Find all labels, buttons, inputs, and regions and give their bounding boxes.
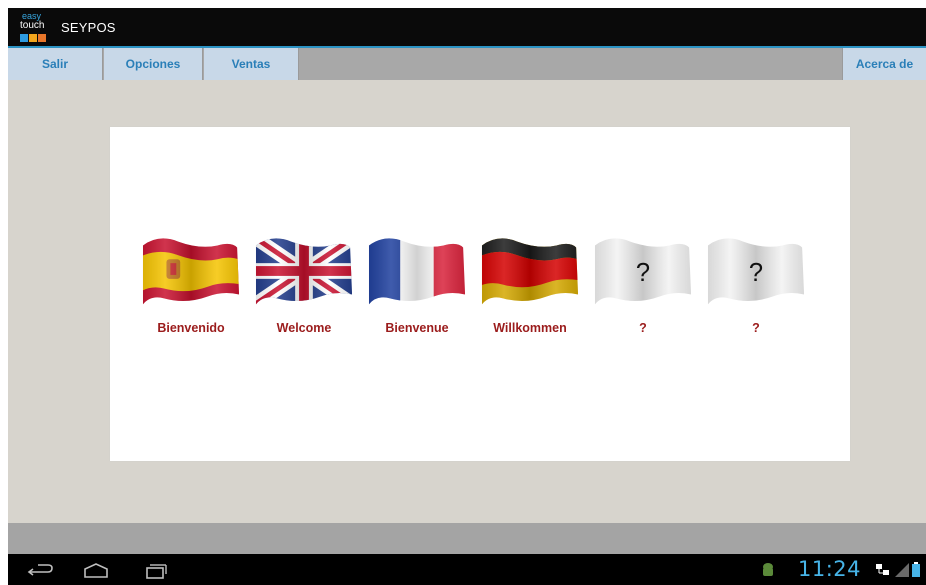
- logo-square-yellow: [29, 34, 37, 42]
- language-option-german[interactable]: Willkommen: [472, 235, 588, 339]
- language-label: Bienvenue: [385, 321, 449, 335]
- language-label: ?: [639, 321, 647, 335]
- action-bar: easy touch SEYPOS: [8, 8, 926, 48]
- flag-question-mark: ?: [636, 259, 650, 287]
- language-selection-panel: Bienvenido Welcome Bienvenue Willkommen …: [110, 127, 850, 461]
- logo-text-touch: touch: [20, 20, 45, 31]
- system-navigation-bar: 11:24: [8, 554, 926, 585]
- tablet-screen: easy touch SEYPOS Salir Opciones Ventas …: [8, 8, 926, 585]
- network-icon: [876, 564, 889, 575]
- germany-flag-icon: [481, 238, 579, 305]
- back-icon[interactable]: [26, 560, 54, 580]
- app-title: SEYPOS: [61, 20, 116, 35]
- salir-button[interactable]: Salir: [8, 48, 103, 80]
- language-option-spanish[interactable]: Bienvenido: [133, 235, 249, 339]
- signal-icon: [895, 563, 909, 577]
- acerca-de-button[interactable]: Acerca de: [842, 48, 926, 80]
- blank-flag-icon: ?: [594, 238, 692, 305]
- language-label: Welcome: [276, 321, 332, 335]
- spain-flag-icon: [142, 238, 240, 305]
- logo-square-orange: [38, 34, 46, 42]
- battery-icon: [912, 562, 920, 577]
- menu-bar: Salir Opciones Ventas Acerca de: [8, 48, 926, 80]
- language-label: Bienvenido: [157, 321, 225, 335]
- flag-question-mark: ?: [749, 259, 763, 287]
- blank-flag-icon: ?: [707, 238, 805, 305]
- clock-time: 11:24: [798, 557, 862, 581]
- language-option-english[interactable]: Welcome: [246, 235, 362, 339]
- language-option-unknown-2[interactable]: ? ?: [698, 235, 814, 339]
- easytouch-logo: easy touch: [20, 12, 54, 45]
- uk-flag-icon: [255, 238, 353, 305]
- recent-apps-icon[interactable]: [141, 560, 169, 580]
- bottom-bar: [8, 523, 926, 554]
- android-notification-icon: [763, 563, 773, 576]
- language-option-unknown-1[interactable]: ? ?: [585, 235, 701, 339]
- logo-square-blue: [20, 34, 28, 42]
- france-flag-icon: [368, 238, 466, 305]
- language-option-french[interactable]: Bienvenue: [359, 235, 475, 339]
- opciones-button[interactable]: Opciones: [104, 48, 203, 80]
- language-label: ?: [752, 321, 760, 335]
- ventas-button[interactable]: Ventas: [204, 48, 299, 80]
- home-icon[interactable]: [82, 560, 110, 580]
- language-label: Willkommen: [493, 321, 567, 335]
